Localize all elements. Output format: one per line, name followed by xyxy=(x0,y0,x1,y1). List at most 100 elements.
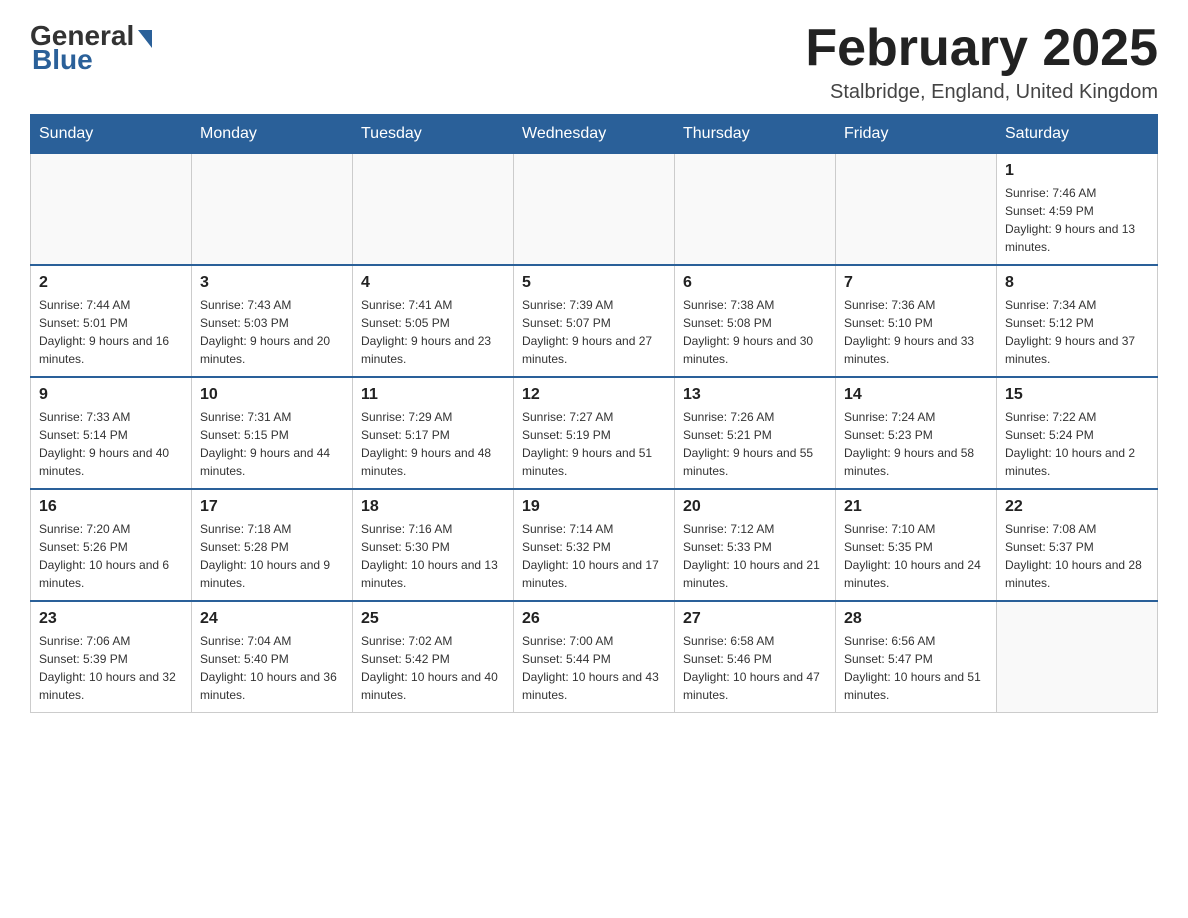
sun-info: Sunrise: 7:31 AMSunset: 5:15 PMDaylight:… xyxy=(200,408,344,480)
calendar-day-cell: 25 Sunrise: 7:02 AMSunset: 5:42 PMDayligh… xyxy=(353,601,514,713)
calendar-day-cell: 27 Sunrise: 6:58 AMSunset: 5:46 PMDayligh… xyxy=(675,601,836,713)
calendar-day-cell: 3 Sunrise: 7:43 AMSunset: 5:03 PMDaylight… xyxy=(192,265,353,377)
day-number: 27 xyxy=(683,610,827,628)
calendar-day-cell: 7 Sunrise: 7:36 AMSunset: 5:10 PMDaylight… xyxy=(836,265,997,377)
day-number: 26 xyxy=(522,610,666,628)
sun-info: Sunrise: 7:18 AMSunset: 5:28 PMDaylight:… xyxy=(200,520,344,592)
calendar-day-cell: 19 Sunrise: 7:14 AMSunset: 5:32 PMDayligh… xyxy=(514,489,675,601)
sun-info: Sunrise: 7:00 AMSunset: 5:44 PMDaylight:… xyxy=(522,632,666,704)
calendar-week-row: 16Sunrise: 7:20 AMSunset: 5:26 PMDayligh… xyxy=(31,489,1158,601)
day-number: 23 xyxy=(39,610,183,628)
sun-info: Sunrise: 7:22 AMSunset: 5:24 PMDaylight:… xyxy=(1005,408,1149,480)
sun-info: Sunrise: 7:36 AMSunset: 5:10 PMDaylight:… xyxy=(844,296,988,368)
calendar-day-cell: 26 Sunrise: 7:00 AMSunset: 5:44 PMDayligh… xyxy=(514,601,675,713)
calendar-day-cell: 18Sunrise: 7:16 AMSunset: 5:30 PMDayligh… xyxy=(353,489,514,601)
calendar-week-row: 9 Sunrise: 7:33 AMSunset: 5:14 PMDaylight… xyxy=(31,377,1158,489)
sun-info: Sunrise: 7:12 AMSunset: 5:33 PMDaylight:… xyxy=(683,520,827,592)
day-number: 19 xyxy=(522,498,666,516)
day-number: 22 xyxy=(1005,498,1149,516)
calendar-day-cell: 23 Sunrise: 7:06 AMSunset: 5:39 PMDayligh… xyxy=(31,601,192,713)
day-number: 3 xyxy=(200,274,344,292)
day-number: 4 xyxy=(361,274,505,292)
day-number: 13 xyxy=(683,386,827,404)
calendar-day-cell: 11Sunrise: 7:29 AMSunset: 5:17 PMDayligh… xyxy=(353,377,514,489)
calendar-day-cell xyxy=(192,154,353,266)
sun-info: Sunrise: 7:33 AMSunset: 5:14 PMDaylight:… xyxy=(39,408,183,480)
calendar-day-cell xyxy=(353,154,514,266)
sun-info: Sunrise: 7:41 AMSunset: 5:05 PMDaylight:… xyxy=(361,296,505,368)
sun-info: Sunrise: 7:46 AMSunset: 4:59 PMDaylight:… xyxy=(1005,184,1149,256)
sun-info: Sunrise: 7:34 AMSunset: 5:12 PMDaylight:… xyxy=(1005,296,1149,368)
calendar-day-cell xyxy=(836,154,997,266)
weekday-header-friday: Friday xyxy=(836,115,997,154)
logo: General Blue xyxy=(30,20,152,76)
calendar-day-cell: 12 Sunrise: 7:27 AMSunset: 5:19 PMDayligh… xyxy=(514,377,675,489)
location-text: Stalbridge, England, United Kingdom xyxy=(805,81,1158,104)
sun-info: Sunrise: 7:20 AMSunset: 5:26 PMDaylight:… xyxy=(39,520,183,592)
calendar-day-cell: 13 Sunrise: 7:26 AMSunset: 5:21 PMDayligh… xyxy=(675,377,836,489)
calendar-day-cell: 8 Sunrise: 7:34 AMSunset: 5:12 PMDaylight… xyxy=(997,265,1158,377)
sun-info: Sunrise: 7:38 AMSunset: 5:08 PMDaylight:… xyxy=(683,296,827,368)
calendar-day-cell: 20 Sunrise: 7:12 AMSunset: 5:33 PMDayligh… xyxy=(675,489,836,601)
calendar-day-cell: 24Sunrise: 7:04 AMSunset: 5:40 PMDayligh… xyxy=(192,601,353,713)
page-header: General Blue February 2025 Stalbridge, E… xyxy=(30,20,1158,104)
logo-blue-text: Blue xyxy=(32,44,93,76)
logo-arrow-icon xyxy=(138,30,152,48)
month-title: February 2025 xyxy=(805,20,1158,77)
day-number: 5 xyxy=(522,274,666,292)
day-number: 11 xyxy=(361,386,505,404)
sun-info: Sunrise: 7:26 AMSunset: 5:21 PMDaylight:… xyxy=(683,408,827,480)
calendar-day-cell: 28 Sunrise: 6:56 AMSunset: 5:47 PMDayligh… xyxy=(836,601,997,713)
calendar-day-cell: 9 Sunrise: 7:33 AMSunset: 5:14 PMDaylight… xyxy=(31,377,192,489)
calendar-week-row: 2Sunrise: 7:44 AMSunset: 5:01 PMDaylight… xyxy=(31,265,1158,377)
weekday-header-row: SundayMondayTuesdayWednesdayThursdayFrid… xyxy=(31,115,1158,154)
calendar-day-cell: 16Sunrise: 7:20 AMSunset: 5:26 PMDayligh… xyxy=(31,489,192,601)
day-number: 8 xyxy=(1005,274,1149,292)
day-number: 21 xyxy=(844,498,988,516)
calendar-day-cell: 17 Sunrise: 7:18 AMSunset: 5:28 PMDayligh… xyxy=(192,489,353,601)
weekday-header-wednesday: Wednesday xyxy=(514,115,675,154)
day-number: 10 xyxy=(200,386,344,404)
calendar-week-row: 23 Sunrise: 7:06 AMSunset: 5:39 PMDayligh… xyxy=(31,601,1158,713)
title-section: February 2025 Stalbridge, England, Unite… xyxy=(805,20,1158,104)
sun-info: Sunrise: 7:08 AMSunset: 5:37 PMDaylight:… xyxy=(1005,520,1149,592)
weekday-header-sunday: Sunday xyxy=(31,115,192,154)
calendar-day-cell: 14Sunrise: 7:24 AMSunset: 5:23 PMDayligh… xyxy=(836,377,997,489)
day-number: 28 xyxy=(844,610,988,628)
sun-info: Sunrise: 7:43 AMSunset: 5:03 PMDaylight:… xyxy=(200,296,344,368)
day-number: 17 xyxy=(200,498,344,516)
day-number: 1 xyxy=(1005,162,1149,180)
day-number: 25 xyxy=(361,610,505,628)
calendar-day-cell: 5 Sunrise: 7:39 AMSunset: 5:07 PMDaylight… xyxy=(514,265,675,377)
sun-info: Sunrise: 6:56 AMSunset: 5:47 PMDaylight:… xyxy=(844,632,988,704)
sun-info: Sunrise: 7:39 AMSunset: 5:07 PMDaylight:… xyxy=(522,296,666,368)
day-number: 20 xyxy=(683,498,827,516)
day-number: 6 xyxy=(683,274,827,292)
calendar-table: SundayMondayTuesdayWednesdayThursdayFrid… xyxy=(30,114,1158,713)
calendar-day-cell xyxy=(997,601,1158,713)
sun-info: Sunrise: 7:06 AMSunset: 5:39 PMDaylight:… xyxy=(39,632,183,704)
day-number: 24 xyxy=(200,610,344,628)
weekday-header-saturday: Saturday xyxy=(997,115,1158,154)
calendar-day-cell: 21 Sunrise: 7:10 AMSunset: 5:35 PMDayligh… xyxy=(836,489,997,601)
day-number: 15 xyxy=(1005,386,1149,404)
weekday-header-tuesday: Tuesday xyxy=(353,115,514,154)
day-number: 2 xyxy=(39,274,183,292)
calendar-day-cell: 1 Sunrise: 7:46 AMSunset: 4:59 PMDaylight… xyxy=(997,154,1158,266)
day-number: 7 xyxy=(844,274,988,292)
sun-info: Sunrise: 7:14 AMSunset: 5:32 PMDaylight:… xyxy=(522,520,666,592)
calendar-day-cell xyxy=(675,154,836,266)
calendar-day-cell: 4 Sunrise: 7:41 AMSunset: 5:05 PMDaylight… xyxy=(353,265,514,377)
sun-info: Sunrise: 7:10 AMSunset: 5:35 PMDaylight:… xyxy=(844,520,988,592)
sun-info: Sunrise: 7:02 AMSunset: 5:42 PMDaylight:… xyxy=(361,632,505,704)
calendar-day-cell: 2Sunrise: 7:44 AMSunset: 5:01 PMDaylight… xyxy=(31,265,192,377)
day-number: 9 xyxy=(39,386,183,404)
sun-info: Sunrise: 7:27 AMSunset: 5:19 PMDaylight:… xyxy=(522,408,666,480)
calendar-day-cell: 15 Sunrise: 7:22 AMSunset: 5:24 PMDayligh… xyxy=(997,377,1158,489)
calendar-day-cell xyxy=(31,154,192,266)
day-number: 12 xyxy=(522,386,666,404)
sun-info: Sunrise: 6:58 AMSunset: 5:46 PMDaylight:… xyxy=(683,632,827,704)
calendar-week-row: 1 Sunrise: 7:46 AMSunset: 4:59 PMDaylight… xyxy=(31,154,1158,266)
day-number: 14 xyxy=(844,386,988,404)
calendar-day-cell: 6 Sunrise: 7:38 AMSunset: 5:08 PMDaylight… xyxy=(675,265,836,377)
